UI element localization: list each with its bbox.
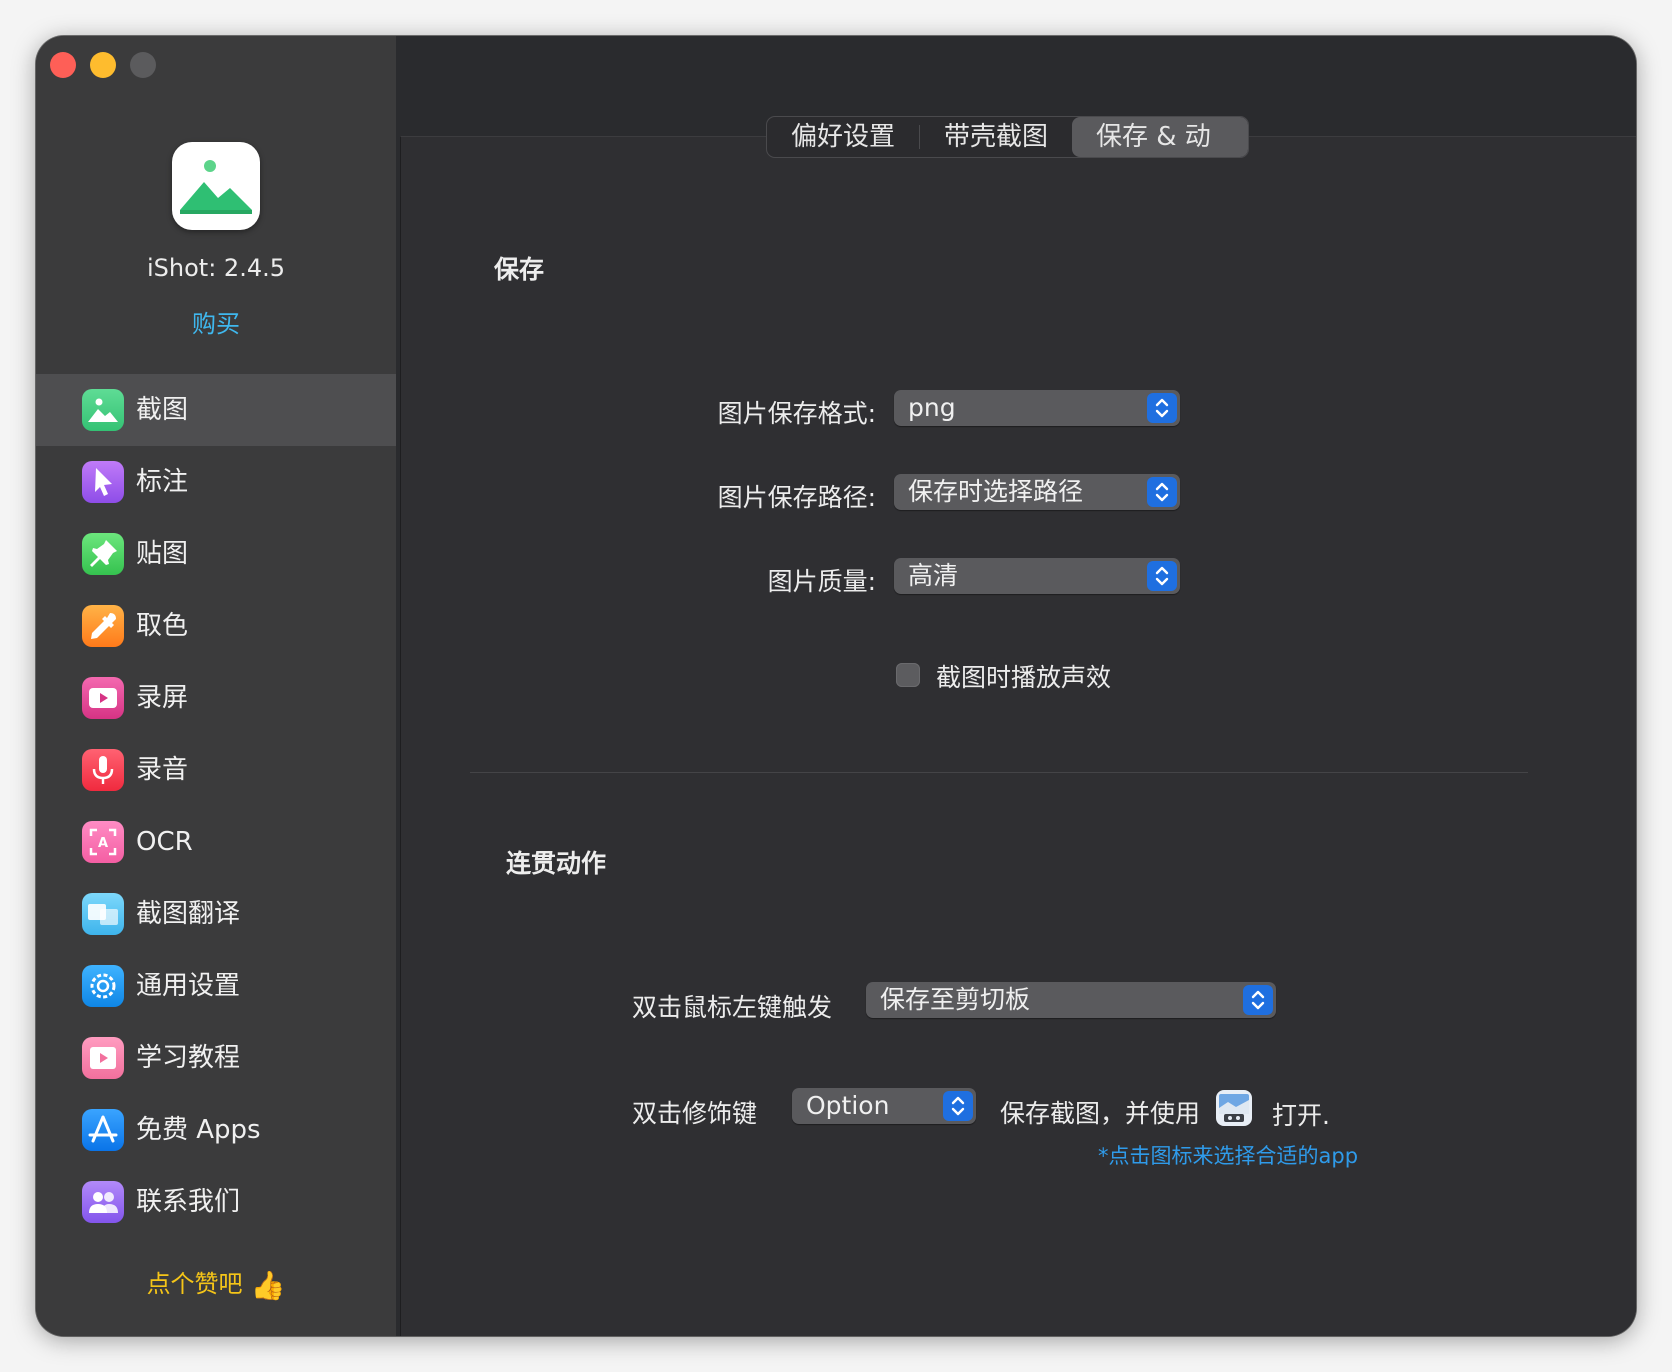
sidebar-item-annotate[interactable]: 标注 (36, 446, 396, 518)
choose-app-hint: *点击图标来选择合适的app (1098, 1144, 1359, 1168)
actions-section-title: 连贯动作 (506, 849, 607, 878)
tab-bar: 偏好设置 带壳截图 保存 & 动作 (766, 116, 1249, 158)
format-value: png (908, 393, 956, 422)
sidebar: iShot: 2.4.5 购买 截图 标注 贴图 取色 录屏 录音 A OCR … (36, 36, 396, 1336)
buy-link[interactable]: 购买 (36, 304, 396, 339)
zoom-window-button[interactable] (130, 52, 156, 78)
app-version: iShot: 2.4.5 (147, 254, 285, 282)
sidebar-item-general-settings[interactable]: 通用设置 (36, 950, 396, 1022)
ocr-icon: A (82, 821, 124, 863)
chevron-updown-icon (1147, 561, 1177, 591)
microphone-icon (82, 749, 124, 791)
preview-app-icon[interactable] (1214, 1088, 1254, 1128)
tab-device-frame[interactable]: 带壳截图 (920, 117, 1072, 157)
save-open-text: 保存截图，并使用 (1000, 1099, 1201, 1128)
sidebar-item-label: 通用设置 (136, 971, 241, 1001)
quality-value: 高清 (908, 561, 959, 590)
app-logo-icon (172, 142, 260, 230)
sidebar-item-label: 免费 Apps (136, 1115, 261, 1145)
open-text: 打开. (1272, 1101, 1330, 1130)
tab-save-actions[interactable]: 保存 & 动作 (1072, 117, 1248, 157)
minimize-window-button[interactable] (90, 52, 116, 78)
settings-panel (400, 136, 1636, 1336)
sidebar-item-label: 联系我们 (136, 1187, 241, 1217)
modifier-label: 双击修饰键 (632, 1099, 758, 1128)
double-click-select[interactable]: 保存至剪切板 (866, 982, 1276, 1018)
section-divider (470, 772, 1528, 773)
save-section-title: 保存 (494, 255, 545, 284)
sidebar-item-color-picker[interactable]: 取色 (36, 590, 396, 662)
thumbs-up-icon: 👍 (250, 1269, 286, 1302)
sidebar-item-translate[interactable]: 截图翻译 (36, 878, 396, 950)
format-select[interactable]: png (894, 390, 1180, 426)
like-text: 点个赞吧 (146, 1270, 243, 1298)
sidebar-item-label: 标注 (136, 467, 189, 497)
svg-text:A: A (98, 836, 108, 851)
sidebar-item-label: 学习教程 (136, 1043, 241, 1073)
sidebar-item-tutorial[interactable]: 学习教程 (36, 1022, 396, 1094)
app-store-icon (82, 1109, 124, 1151)
modifier-select[interactable]: Option (792, 1088, 976, 1124)
sidebar-item-label: 截图翻译 (136, 899, 241, 929)
close-window-button[interactable] (50, 52, 76, 78)
screenshot-icon (82, 389, 124, 431)
sidebar-item-ocr[interactable]: A OCR (36, 806, 396, 878)
double-click-label: 双击鼠标左键触发 (632, 993, 833, 1022)
chevron-updown-icon (1243, 985, 1273, 1015)
cursor-icon (82, 461, 124, 503)
chevron-updown-icon (1147, 477, 1177, 507)
quality-select[interactable]: 高清 (894, 558, 1180, 594)
sidebar-item-audio-record[interactable]: 录音 (36, 734, 396, 806)
chevron-updown-icon (943, 1091, 973, 1121)
sidebar-item-label: 截图 (136, 395, 189, 425)
translate-icon (82, 893, 124, 935)
format-label: 图片保存格式: (717, 399, 876, 428)
chevron-updown-icon (1147, 393, 1177, 423)
path-select[interactable]: 保存时选择路径 (894, 474, 1180, 510)
sidebar-item-screen-record[interactable]: 录屏 (36, 662, 396, 734)
quality-label: 图片质量: (767, 567, 876, 596)
gear-icon (82, 965, 124, 1007)
sidebar-nav: 截图 标注 贴图 取色 录屏 录音 A OCR 截图翻译 通用设置 学习教程 免… (36, 374, 396, 1238)
sidebar-item-label: 取色 (136, 611, 189, 641)
sound-checkbox-label: 截图时播放声效 (936, 663, 1112, 692)
contacts-icon (82, 1181, 124, 1223)
path-value: 保存时选择路径 (908, 477, 1084, 506)
path-label: 图片保存路径: (717, 483, 876, 512)
sidebar-item-contact[interactable]: 联系我们 (36, 1166, 396, 1238)
settings-window: iShot: 2.4.5 购买 截图 标注 贴图 取色 录屏 录音 A OCR … (36, 36, 1636, 1336)
tab-preferences[interactable]: 偏好设置 (767, 117, 919, 157)
double-click-value: 保存至剪切板 (880, 985, 1031, 1014)
sidebar-item-free-apps[interactable]: 免费 Apps (36, 1094, 396, 1166)
eyedropper-icon (82, 605, 124, 647)
sidebar-item-label: 贴图 (136, 539, 189, 569)
tutorial-icon (82, 1037, 124, 1079)
sidebar-item-label: OCR (136, 827, 193, 857)
screen-record-icon (82, 677, 124, 719)
pin-icon (82, 533, 124, 575)
modifier-value: Option (806, 1091, 890, 1120)
sidebar-item-label: 录屏 (136, 683, 189, 713)
main-content: 偏好设置 带壳截图 保存 & 动作 保存 图片保存格式: png 图片保存路径:… (396, 36, 1636, 1336)
like-prompt[interactable]: 点个赞吧 👍 (36, 1264, 396, 1302)
sidebar-item-screenshot[interactable]: 截图 (36, 374, 396, 446)
sound-checkbox[interactable] (896, 663, 920, 687)
sidebar-item-label: 录音 (136, 755, 189, 785)
sidebar-item-pin[interactable]: 贴图 (36, 518, 396, 590)
